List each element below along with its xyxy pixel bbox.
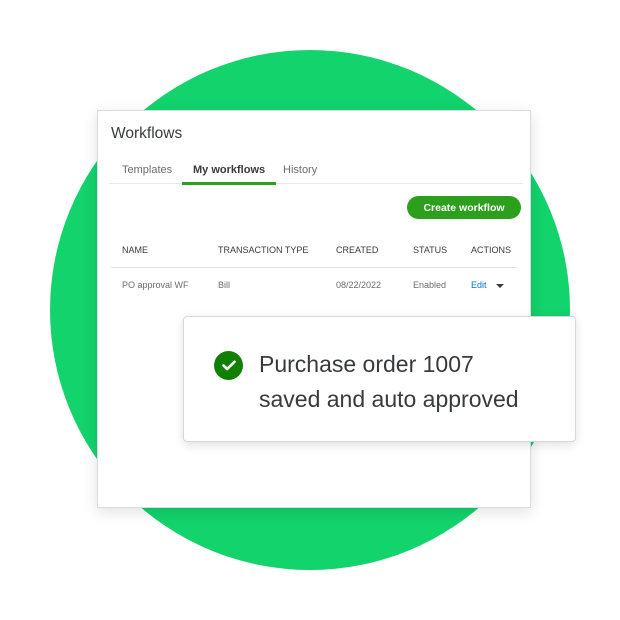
cell-created: 08/22/2022 [336, 280, 382, 290]
success-toast: Purchase order 1007 saved and auto appro… [183, 316, 576, 442]
tab-bar: Templates My workflows History [109, 161, 523, 185]
tab-history[interactable]: History [283, 164, 317, 183]
tab-my-workflows[interactable]: My workflows [181, 164, 277, 185]
column-header-status[interactable]: STATUS [413, 245, 447, 255]
table-row[interactable]: PO approval WF Bill 08/22/2022 Enabled E… [111, 280, 517, 294]
toast-line-2: saved and auto approved [259, 386, 519, 412]
cell-actions: Edit [471, 280, 504, 290]
cell-name: PO approval WF [122, 280, 189, 290]
column-header-transaction-type[interactable]: TRANSACTION TYPE [218, 245, 308, 255]
page-title: Workflows [111, 125, 183, 142]
caret-down-icon[interactable] [495, 283, 504, 288]
create-workflow-button[interactable]: Create workflow [407, 196, 521, 219]
column-header-actions: ACTIONS [471, 245, 512, 255]
column-header-created[interactable]: CREATED [336, 245, 378, 255]
column-header-name[interactable]: NAME [122, 245, 148, 255]
toast-line-1: Purchase order 1007 [259, 351, 474, 377]
workflows-panel: Workflows Templates My workflows History… [97, 110, 531, 508]
table-header: NAME TRANSACTION TYPE CREATED STATUS ACT… [111, 245, 517, 268]
tab-templates[interactable]: Templates [122, 164, 172, 183]
edit-link[interactable]: Edit [471, 280, 487, 290]
toast-message: Purchase order 1007 saved and auto appro… [259, 347, 569, 417]
cell-transaction-type: Bill [218, 280, 231, 290]
cell-status: Enabled [413, 280, 447, 290]
check-circle-icon [214, 351, 243, 380]
